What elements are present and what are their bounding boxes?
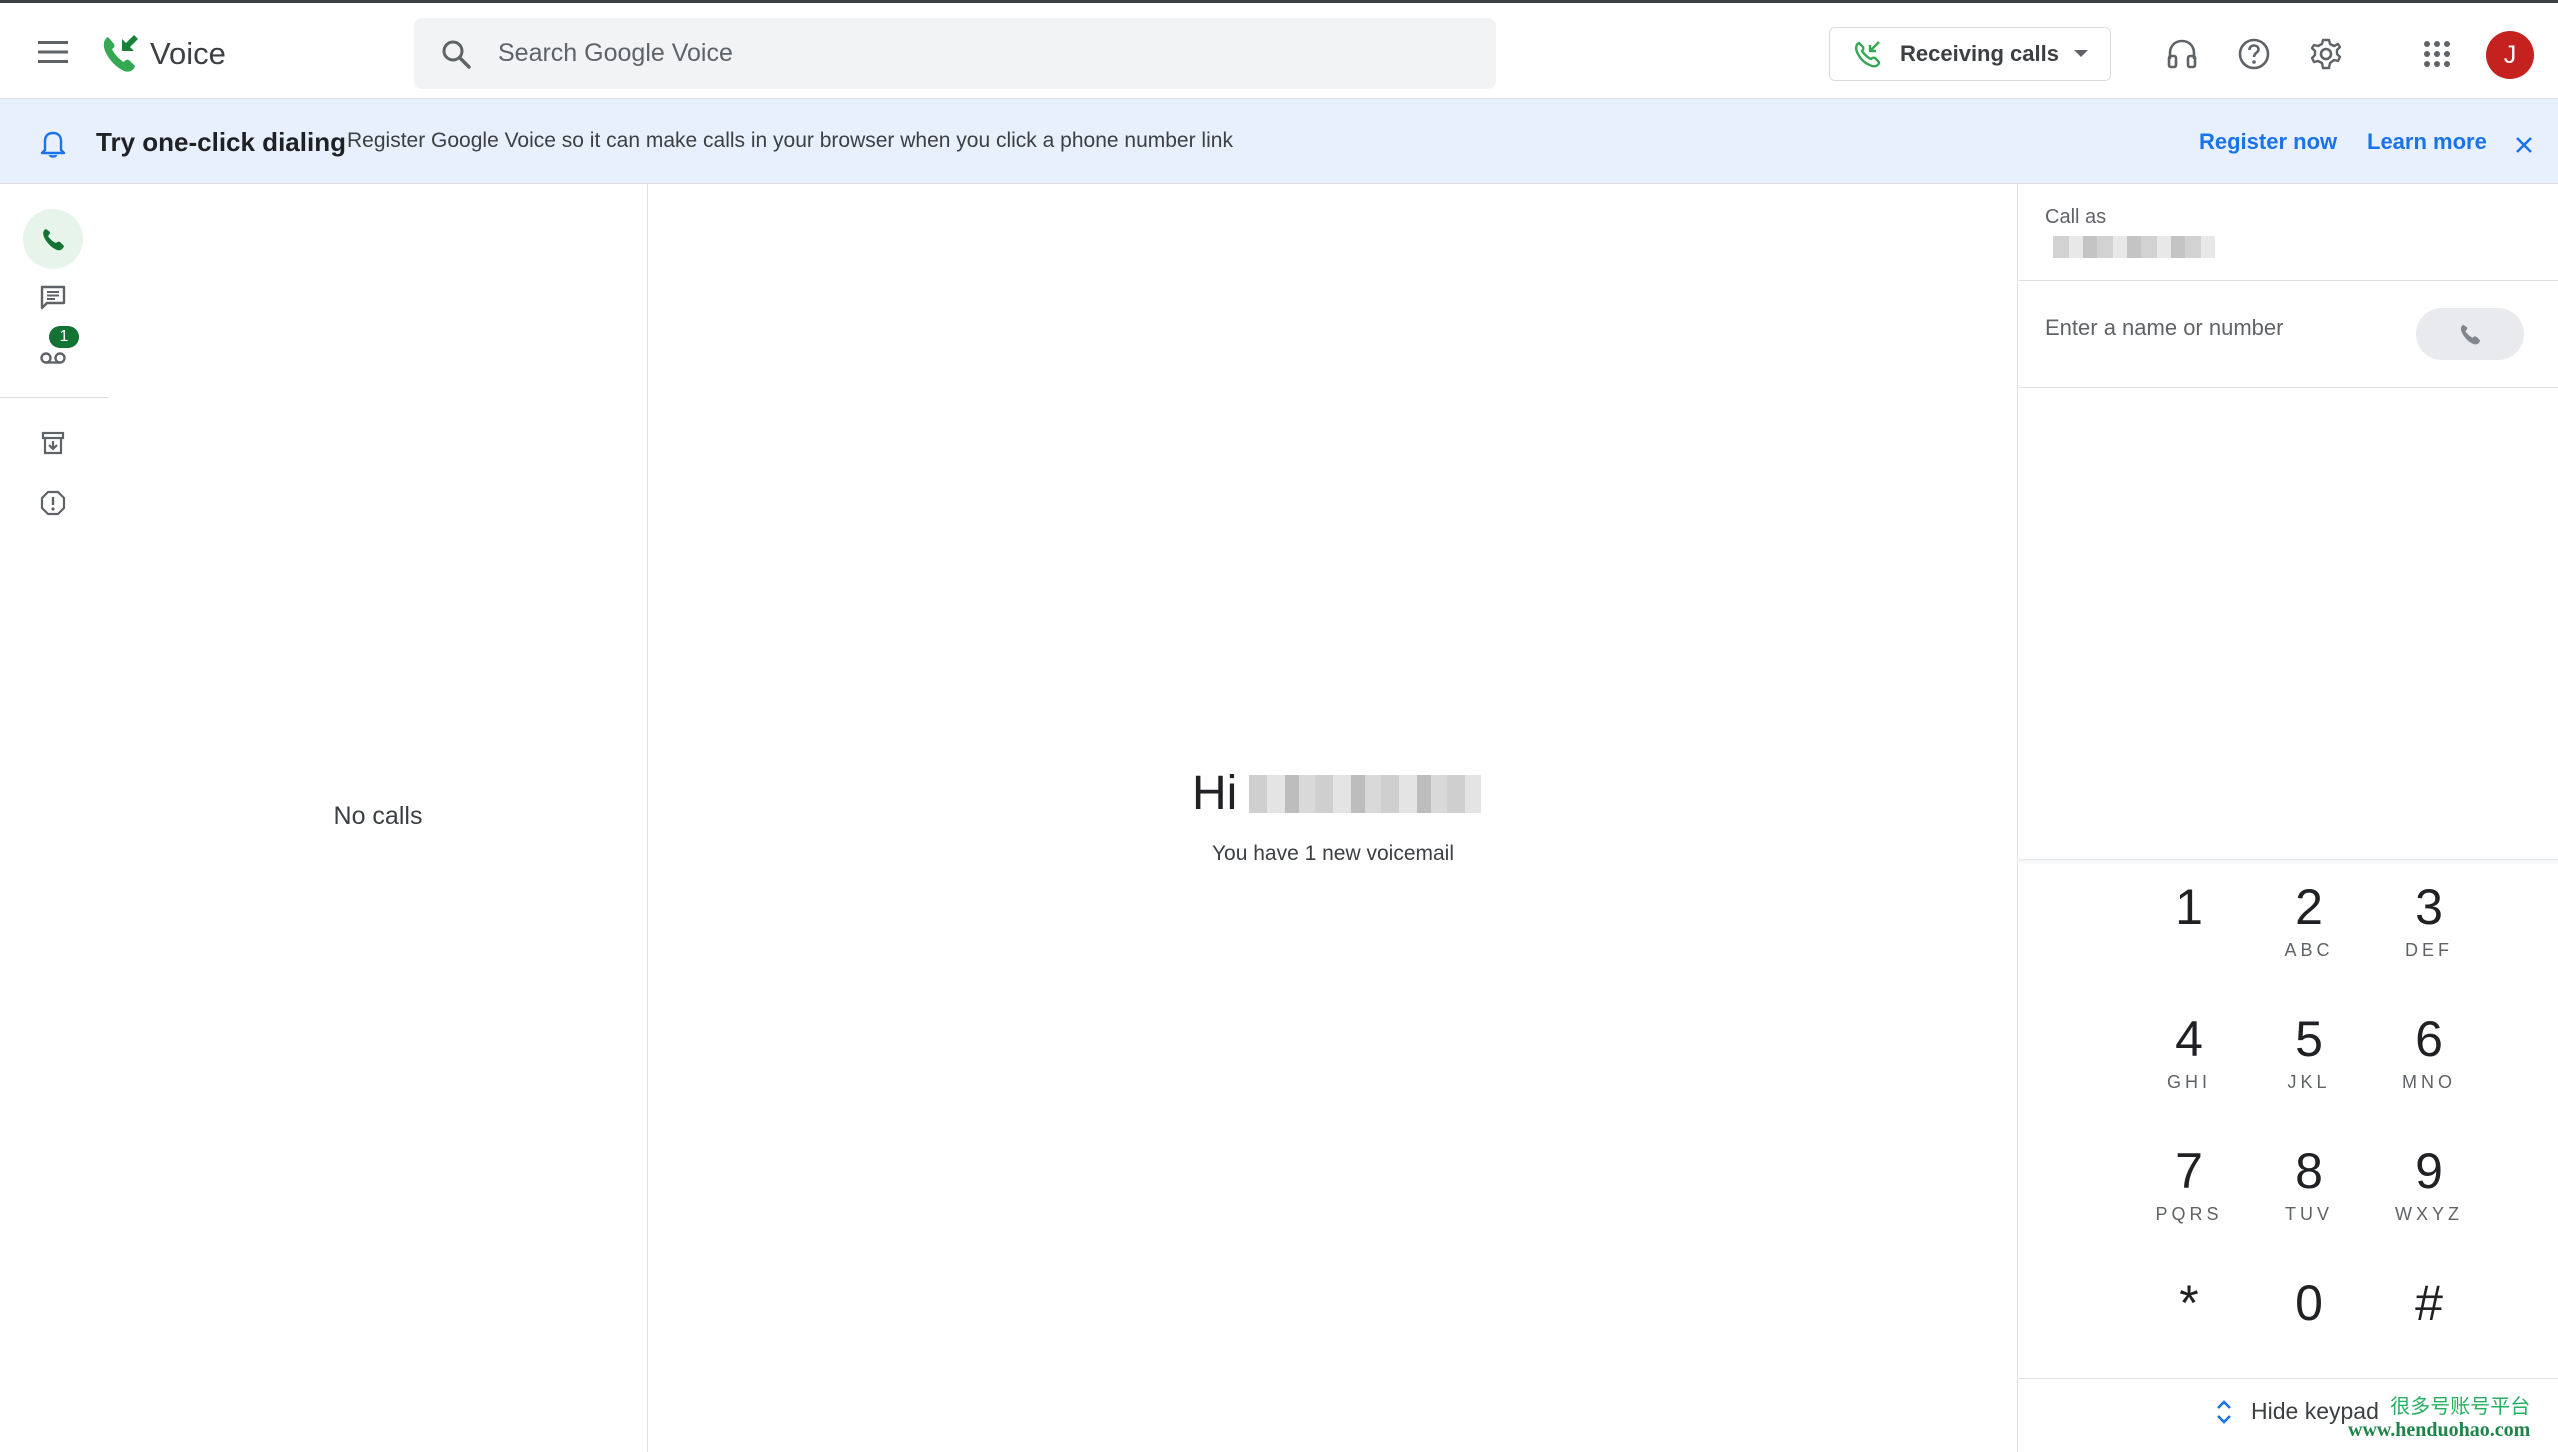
apps-grid-icon bbox=[2424, 41, 2450, 67]
key-9[interactable]: 9 WXYZ bbox=[2374, 1142, 2484, 1252]
headset-icon bbox=[2167, 39, 2197, 69]
nav-voicemail[interactable]: 1 bbox=[23, 324, 83, 384]
one-click-dialing-banner: Try one-click dialing Register Google Vo… bbox=[0, 99, 2558, 184]
search-input[interactable] bbox=[498, 32, 1458, 74]
bell-icon bbox=[40, 131, 66, 158]
dialer-panel: Call as 1 2ABC 3DEF 4GHI 5JKL 6MNO 7PQRS… bbox=[2019, 184, 2558, 1452]
nav-calls[interactable] bbox=[23, 209, 83, 269]
help-button[interactable] bbox=[2234, 34, 2274, 74]
archive-icon bbox=[41, 431, 65, 455]
help-icon bbox=[2238, 38, 2270, 70]
call-as-number-redacted[interactable] bbox=[2053, 236, 2215, 258]
divider bbox=[2019, 387, 2558, 388]
calls-list-pane: No calls bbox=[108, 184, 648, 1452]
key-5[interactable]: 5 JKL bbox=[2254, 1010, 2364, 1120]
nav-archive[interactable] bbox=[23, 413, 83, 473]
key-0[interactable]: 0 bbox=[2254, 1274, 2364, 1384]
menu-icon bbox=[38, 41, 68, 63]
no-calls-text: No calls bbox=[333, 802, 423, 830]
receiving-calls-dropdown[interactable]: Receiving calls bbox=[1829, 27, 2111, 81]
redacted-user-name bbox=[1249, 774, 1482, 813]
incoming-call-icon bbox=[1855, 41, 1881, 68]
divider bbox=[2019, 280, 2558, 281]
greeting-text: Hi bbox=[1192, 767, 1238, 820]
gear-icon bbox=[2310, 38, 2342, 70]
watermark: 很多号账号平台 www.henduohao.com bbox=[2348, 1390, 2530, 1442]
phone-icon bbox=[43, 229, 64, 251]
key-3[interactable]: 3 DEF bbox=[2374, 878, 2484, 988]
chevron-collapse-icon bbox=[2217, 1399, 2231, 1424]
navigation-rail: 1 bbox=[0, 184, 108, 1452]
key-6[interactable]: 6 MNO bbox=[2374, 1010, 2484, 1120]
call-as-label: Call as bbox=[2045, 206, 2107, 228]
voice-logo-icon bbox=[103, 35, 138, 72]
learn-more-link[interactable]: Learn more bbox=[2367, 129, 2487, 155]
key-star[interactable]: * bbox=[2134, 1274, 2244, 1384]
avatar[interactable]: J bbox=[2486, 31, 2534, 79]
main-menu-button[interactable] bbox=[30, 29, 76, 75]
register-now-link[interactable]: Register now bbox=[2199, 129, 2337, 155]
phone-icon bbox=[2460, 324, 2481, 345]
banner-text: Register Google Voice so it can make cal… bbox=[347, 129, 1233, 152]
key-4[interactable]: 4 GHI bbox=[2134, 1010, 2244, 1120]
top-bar: Voice Receiving calls J bbox=[0, 0, 2558, 99]
nav-divider bbox=[0, 397, 108, 398]
nav-messages[interactable] bbox=[23, 268, 83, 328]
banner-close-button[interactable] bbox=[2506, 127, 2542, 163]
dial-number-input[interactable] bbox=[2045, 308, 2405, 348]
apps-button[interactable] bbox=[2417, 34, 2457, 74]
divider bbox=[2019, 1378, 2558, 1379]
support-button[interactable] bbox=[2162, 34, 2202, 74]
key-8[interactable]: 8 TUV bbox=[2254, 1142, 2364, 1252]
message-icon bbox=[40, 285, 66, 310]
greeting: Hi bbox=[1192, 766, 1482, 821]
receiving-calls-label: Receiving calls bbox=[1900, 41, 2059, 66]
chevron-down-icon bbox=[2074, 50, 2088, 57]
key-2[interactable]: 2 ABC bbox=[2254, 878, 2364, 988]
spam-icon bbox=[40, 490, 66, 516]
nav-spam[interactable] bbox=[23, 473, 83, 533]
app-name: Voice bbox=[150, 36, 226, 71]
keypad-edge bbox=[2019, 859, 2558, 865]
search-icon bbox=[442, 40, 471, 69]
close-icon bbox=[2516, 137, 2532, 153]
key-hash[interactable]: # bbox=[2374, 1274, 2484, 1384]
main-content: Hi You have 1 new voicemail bbox=[648, 184, 2018, 1452]
new-voicemail-text: You have 1 new voicemail bbox=[1211, 842, 1455, 865]
watermark-line-1: 很多号账号平台 bbox=[2390, 1396, 2531, 1418]
banner-title: Try one-click dialing bbox=[96, 127, 346, 157]
search-bar[interactable] bbox=[414, 18, 1496, 89]
settings-button[interactable] bbox=[2306, 34, 2346, 74]
key-1[interactable]: 1 bbox=[2134, 878, 2244, 988]
voicemail-count-badge: 1 bbox=[49, 326, 79, 348]
watermark-line-2: www.henduohao.com bbox=[2348, 1419, 2531, 1441]
key-7[interactable]: 7 PQRS bbox=[2134, 1142, 2244, 1252]
call-button[interactable] bbox=[2416, 308, 2524, 360]
